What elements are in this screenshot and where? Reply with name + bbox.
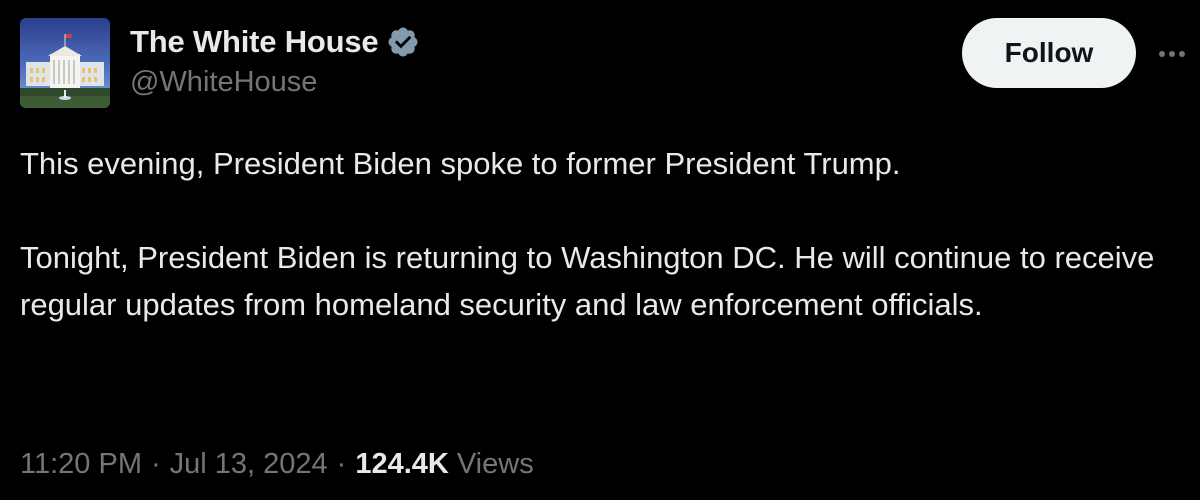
avatar[interactable]	[20, 18, 110, 108]
tweet-date[interactable]: Jul 13, 2024	[170, 448, 328, 481]
more-options-button[interactable]	[1152, 34, 1192, 74]
more-horizontal-icon	[1159, 51, 1185, 57]
meta-separator: ·	[150, 448, 161, 480]
author-name-row: The White House	[130, 20, 420, 64]
views-label: Views	[456, 448, 534, 480]
tweet-paragraph: This evening, President Biden spoke to f…	[20, 146, 901, 181]
author-handle[interactable]: @WhiteHouse	[130, 66, 317, 99]
tweet-text: This evening, President Biden spoke to f…	[20, 140, 1180, 328]
author-display-name[interactable]: The White House	[130, 24, 379, 60]
views-count[interactable]: 124.4K	[355, 448, 449, 481]
meta-separator: ·	[336, 448, 347, 480]
tweet-time[interactable]: 11:20 PM	[20, 448, 142, 481]
verified-badge-icon[interactable]	[386, 25, 420, 59]
white-house-avatar-image	[20, 18, 110, 108]
tweet-meta: 11:20 PM · Jul 13, 2024 · 124.4K Views	[20, 448, 534, 481]
follow-button[interactable]: Follow	[962, 18, 1136, 88]
tweet-paragraph: Tonight, President Biden is returning to…	[20, 240, 1155, 322]
tweet-card: The White House @WhiteHouse Follow This …	[0, 0, 1200, 500]
